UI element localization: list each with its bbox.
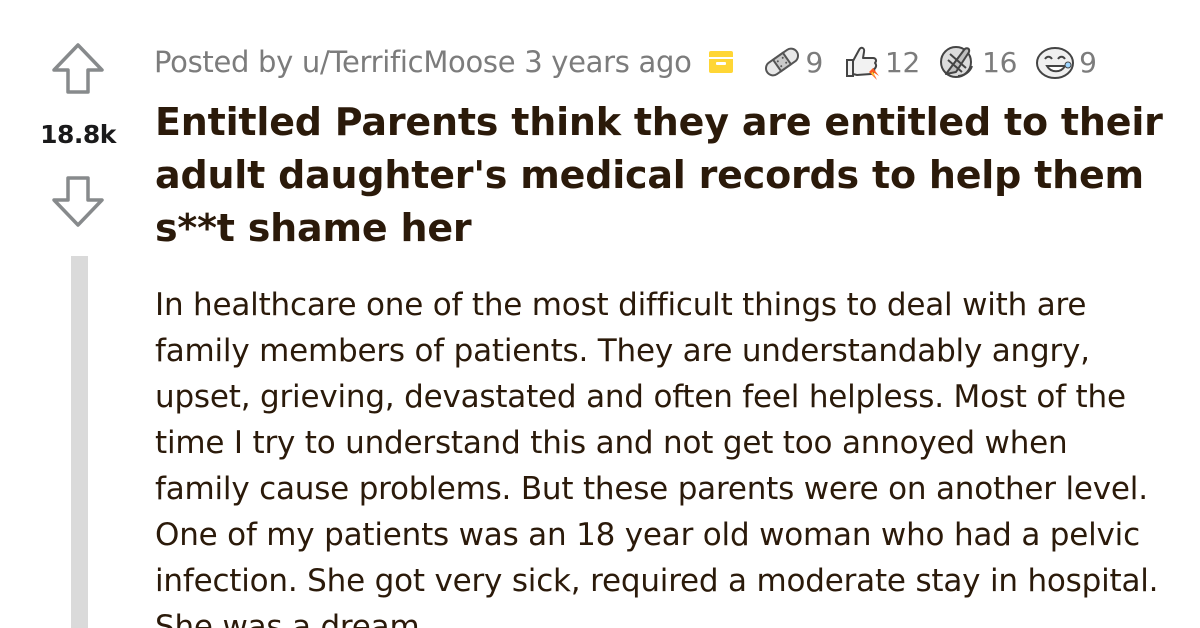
bandaid-award-icon [764,47,799,77]
posted-by-text: Posted by u/TerrificMoose 3 years ago [154,45,692,79]
award-count: 9 [805,45,824,79]
thumbs-up-rocket-award-icon [846,46,880,80]
reddit-post: 18.8k Posted by u/TerrificMoose 3 years … [0,0,1200,628]
award-thumbs-up[interactable]: 12 [839,42,920,82]
award-count: 12 [885,45,921,79]
vote-score: 18.8k [40,120,116,149]
upvote-arrow-icon[interactable] [50,40,106,96]
archive-icon [708,51,733,73]
award-laughing[interactable]: 9 [1033,42,1097,82]
post-body: In healthcare one of the most difficult … [155,287,1159,628]
award-count: 9 [1079,45,1097,79]
post-title[interactable]: Entitled Parents think they are entitled… [155,96,1175,255]
thread-collapse-line[interactable] [71,256,88,628]
laughing-face-award-icon [1036,47,1075,79]
award-count: 16 [982,45,1018,79]
downvote-arrow-icon[interactable] [50,174,106,230]
facepalm-award-icon [940,46,974,78]
post-meta: Posted by u/TerrificMoose 3 years ago 9 [154,40,1113,84]
award-bandaid[interactable]: 9 [760,42,824,82]
award-facepalm[interactable]: 16 [936,42,1017,82]
